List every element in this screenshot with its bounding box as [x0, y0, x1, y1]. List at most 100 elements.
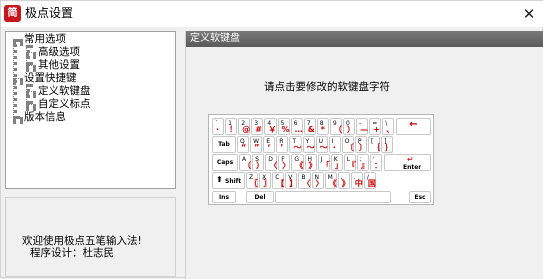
key-symbol: ） — [347, 125, 355, 134]
soft-key[interactable]: E ‘ — [263, 136, 276, 153]
enter-key[interactable]: ↵ Enter — [384, 154, 431, 171]
space-key[interactable] — [275, 191, 391, 203]
soft-key[interactable]: W” — [250, 136, 263, 153]
caps-label: Caps — [216, 159, 234, 166]
tree-branch-line — [13, 39, 23, 43]
key-symbol: % — [281, 125, 290, 134]
soft-key[interactable]: X 〗 — [259, 172, 272, 189]
key-symbol: 〗 — [263, 179, 272, 188]
soft-key[interactable]: J 「 — [317, 154, 330, 171]
soft-key[interactable]: 4 ￥ — [264, 118, 277, 135]
ins-key[interactable]: Ins — [212, 191, 236, 203]
key-symbol: 『 — [347, 161, 356, 170]
key-symbol: ’ — [280, 143, 284, 152]
key-symbol: * — [320, 125, 325, 134]
soft-key[interactable]: G 《 — [291, 154, 304, 171]
soft-key[interactable]: I · — [328, 136, 341, 153]
soft-key[interactable]: U ～ — [315, 136, 328, 153]
soft-key[interactable]: N 〉 — [311, 172, 324, 189]
close-button[interactable]: ✕ — [514, 1, 543, 27]
soft-key[interactable]: [｛ — [368, 136, 381, 153]
key-symbol: ） — [256, 161, 265, 170]
soft-key[interactable]: 5% — [277, 118, 290, 135]
tree-item-custom-punctuation[interactable]: 自定义标点 — [38, 98, 91, 111]
enter-label: Enter — [403, 164, 422, 171]
soft-key[interactable]: T ～ — [289, 136, 302, 153]
soft-key[interactable]: 3 # — [251, 118, 264, 135]
soft-key[interactable]: , 》 — [337, 172, 350, 189]
key-symbol: ： — [374, 161, 382, 170]
settings-window: 简 极点设置 ✕ 常用选项 高级选项 其他设置 设置快捷键 定义软键盘 自定义标… — [0, 0, 543, 279]
soft-key[interactable]: 9 （ — [329, 118, 343, 135]
tree-item-version-info[interactable]: 版本信息 — [24, 111, 66, 124]
key-symbol: ～ — [319, 143, 328, 152]
soft-key[interactable]: C 【 — [272, 172, 285, 189]
soft-key[interactable]: K」 — [330, 154, 343, 171]
window-title: 极点设置 — [25, 6, 74, 20]
panel-header: 定义软键盘 — [186, 31, 543, 47]
soft-key[interactable]: R’ — [276, 136, 289, 153]
soft-key[interactable]: 8 * — [316, 118, 329, 135]
soft-key[interactable]: 7 & — [303, 118, 316, 135]
soft-key[interactable]: O 〔 — [341, 136, 354, 153]
soft-key[interactable]: S） — [252, 154, 265, 171]
soft-key[interactable]: L 『 — [343, 154, 356, 171]
soft-key[interactable]: 0） — [343, 118, 356, 135]
soft-key[interactable]: B 〈 — [298, 172, 311, 189]
soft-key[interactable]: Z 〖 — [246, 172, 259, 189]
key-symbol: · — [332, 143, 336, 152]
tree-item-hotkeys[interactable]: 设置快捷键 — [24, 72, 77, 85]
soft-key[interactable]: = + — [369, 118, 382, 135]
tree-item-advanced-options[interactable]: 高级选项 — [38, 46, 80, 59]
key-symbol: 《 — [328, 179, 337, 188]
caps-key[interactable]: Caps — [212, 154, 238, 171]
soft-key[interactable]: 2 @ — [238, 118, 251, 135]
tree-item-common-options[interactable]: 常用选项 — [24, 33, 66, 46]
soft-key[interactable]: F 〉 — [278, 154, 291, 171]
key-symbol: 〔 — [345, 143, 354, 152]
soft-key[interactable]: A （ — [239, 154, 252, 171]
ins-label: Ins — [218, 194, 230, 201]
soft-key[interactable]: \、 — [382, 118, 395, 135]
shift-key[interactable]: ⬆ Shift — [212, 172, 245, 189]
key-symbol: “ — [241, 143, 247, 152]
key-symbol: 《 — [295, 161, 304, 170]
tab-key[interactable]: Tab — [212, 136, 236, 153]
key-symbol: 》 — [308, 161, 317, 170]
key-symbol: 》 — [341, 179, 350, 188]
soft-key[interactable]: Q “ — [237, 136, 250, 153]
key-symbol: @ — [242, 125, 251, 134]
soft-key[interactable]: .中 — [350, 172, 363, 189]
soft-key[interactable]: D 〈 — [265, 154, 278, 171]
soft-key[interactable]: Y ～ — [302, 136, 315, 153]
tree-sub-branch — [26, 91, 36, 95]
backspace-key[interactable]: ← — [396, 118, 431, 135]
tree-item-other-settings[interactable]: 其他设置 — [38, 59, 80, 72]
soft-keyboard: ` · 1！ 2 @3 #4 ￥ 5% 6… 7 & 8 * 9 （0） - — = + \、 ← Tab Q “W” E ‘R’… — [208, 114, 434, 205]
esc-key[interactable]: Esc — [409, 191, 431, 203]
soft-key[interactable]: '： — [370, 154, 383, 171]
del-key[interactable]: Del — [246, 191, 274, 203]
soft-key[interactable]: ] ｝ — [381, 136, 394, 153]
soft-key[interactable]: - — — [356, 118, 369, 135]
soft-key[interactable]: ` · — [212, 118, 225, 135]
soft-key[interactable]: P 〕 — [354, 136, 368, 153]
settings-tree[interactable]: 常用选项 高级选项 其他设置 设置快捷键 定义软键盘 自定义标点 版本信息 — [5, 31, 176, 189]
key-symbol: 中 — [354, 179, 363, 188]
soft-key[interactable]: M 《 — [324, 172, 337, 189]
tab-label: Tab — [218, 141, 230, 148]
key-symbol: & — [307, 125, 315, 134]
tree-sub-branch — [26, 104, 36, 108]
tree-sub-branch — [26, 65, 36, 69]
backspace-icon: ← — [409, 119, 418, 130]
soft-key[interactable]: V】 — [285, 172, 298, 189]
soft-key[interactable]: 6… — [290, 118, 303, 135]
key-symbol: 〉 — [315, 179, 324, 188]
soft-key[interactable]: ;』 — [356, 154, 370, 171]
soft-key[interactable]: / 国 — [363, 172, 377, 189]
tree-item-soft-keyboard[interactable]: 定义软键盘 — [38, 85, 91, 98]
welcome-panel: 欢迎使用极点五笔输入法! 程序设计：杜志民 — [5, 197, 176, 277]
key-symbol: 〈 — [269, 161, 278, 170]
soft-key[interactable]: H 》 — [304, 154, 317, 171]
soft-key[interactable]: 1！ — [225, 118, 238, 135]
